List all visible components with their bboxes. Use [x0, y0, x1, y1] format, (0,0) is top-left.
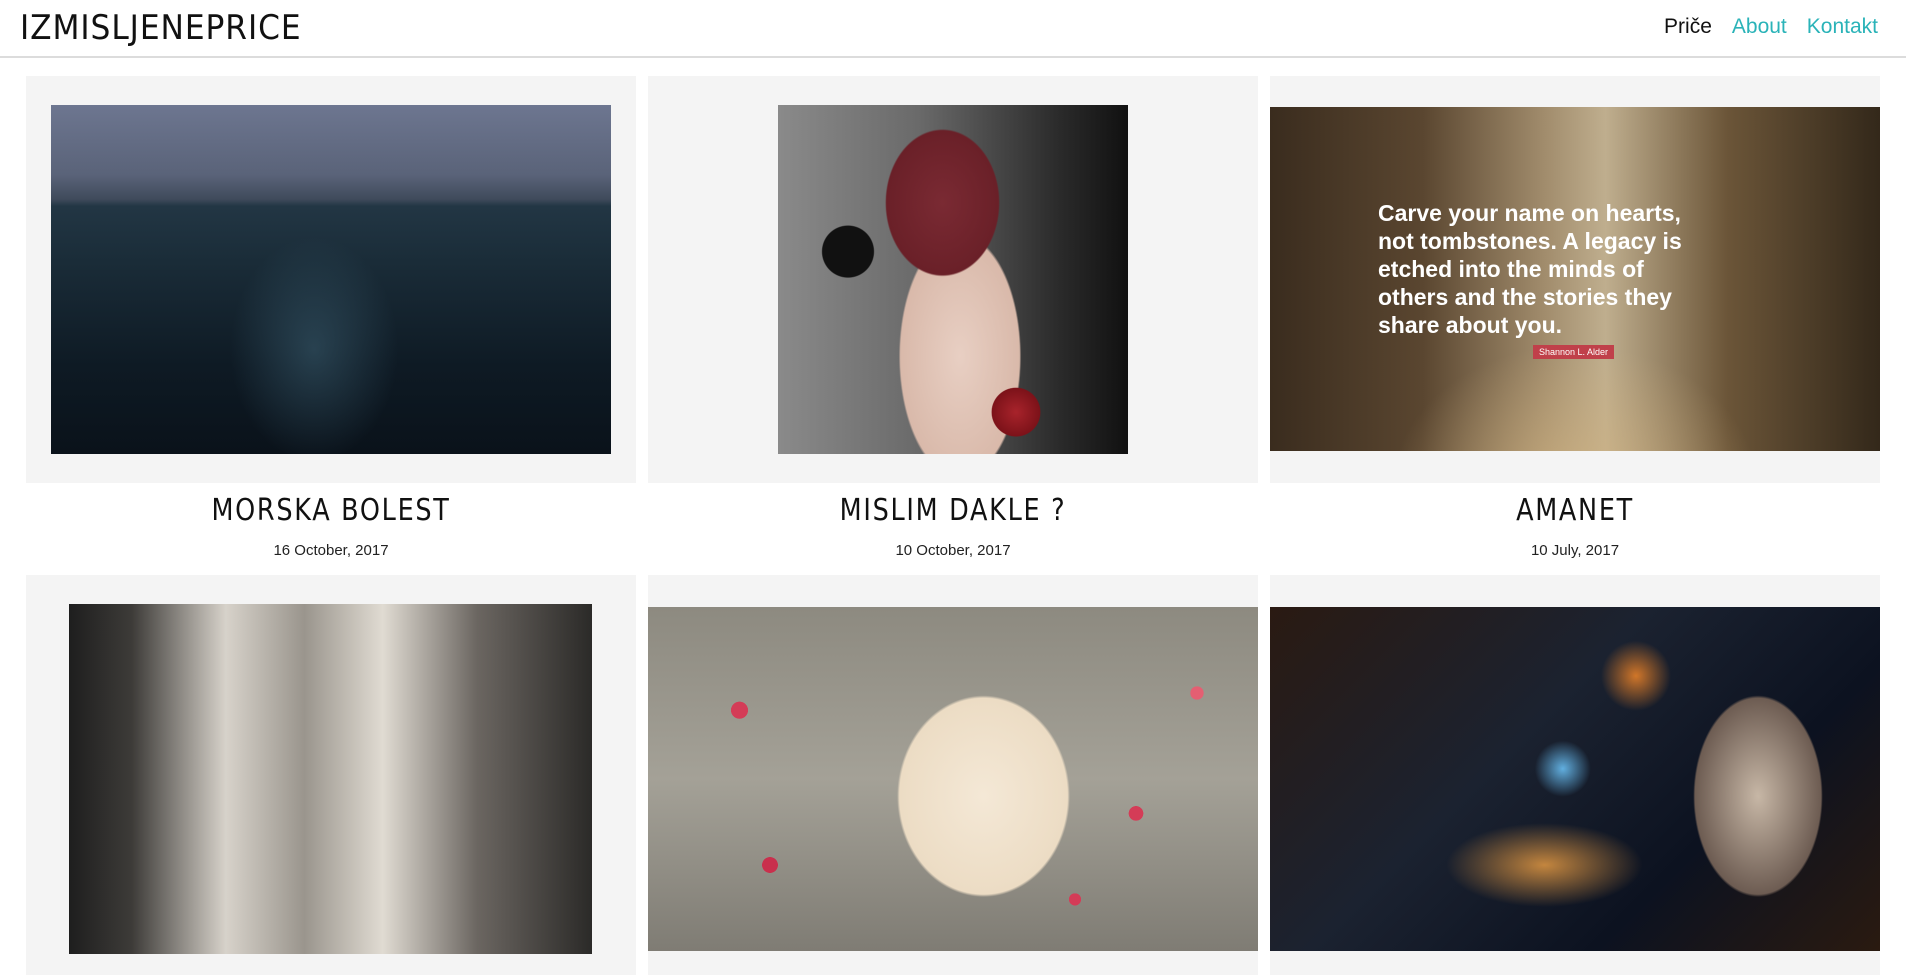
post-thumbnail-image[interactable] — [778, 105, 1128, 454]
post-thumbnail-frame[interactable] — [648, 575, 1258, 975]
post-date: 10 October, 2017 — [895, 542, 1011, 559]
post-thumbnail-image[interactable]: Carve your name on hearts, not tombstone… — [1270, 107, 1880, 451]
post-title[interactable]: Morska bolest — [72, 493, 591, 528]
post-title[interactable]: Mislim dakle ? — [694, 493, 1213, 528]
main-nav: Priče About Kontakt — [1664, 15, 1878, 39]
nav-link-about[interactable]: About — [1732, 15, 1787, 39]
post-thumbnail-image[interactable] — [648, 607, 1258, 951]
post-thumbnail-frame[interactable] — [1270, 575, 1880, 975]
post-thumbnail-frame[interactable]: Carve your name on hearts, not tombstone… — [1270, 76, 1880, 483]
nav-link-price[interactable]: Priče — [1664, 15, 1712, 39]
image-quote-author: Shannon L. Alder — [1533, 345, 1615, 359]
post-thumbnail-image[interactable] — [69, 604, 592, 954]
image-quote-text: Carve your name on hearts, not tombstone… — [1378, 200, 1682, 338]
nav-link-kontakt[interactable]: Kontakt — [1807, 15, 1878, 39]
post-thumbnail-image[interactable] — [1270, 607, 1880, 951]
post-title[interactable]: Amanet — [1316, 493, 1835, 528]
site-logo[interactable]: IZMISLJENEPRICE — [20, 8, 302, 48]
post-thumbnail-image[interactable] — [51, 105, 611, 454]
post-date: 16 October, 2017 — [273, 542, 389, 559]
site-header: IZMISLJENEPRICE Priče About Kontakt — [0, 0, 1906, 58]
post-thumbnail-frame[interactable] — [26, 76, 636, 483]
post-date: 10 July, 2017 — [1530, 542, 1620, 559]
post-thumbnail-frame[interactable] — [648, 76, 1258, 483]
post-thumbnail-frame[interactable] — [26, 575, 636, 975]
